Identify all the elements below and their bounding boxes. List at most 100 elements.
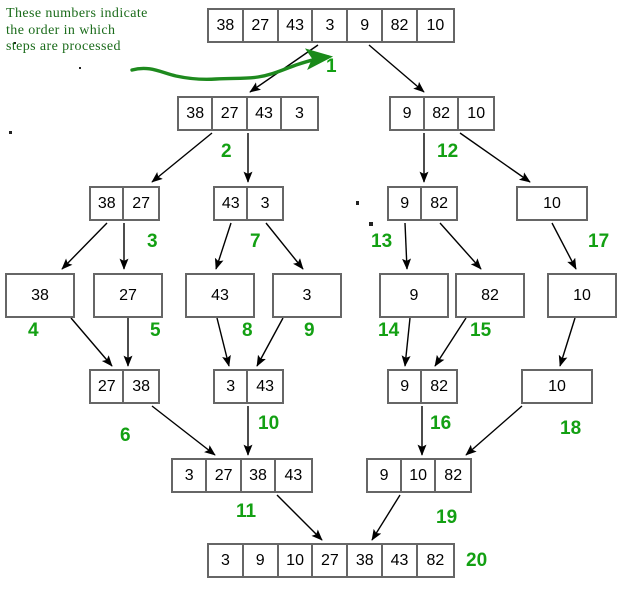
array-cell: 3 [215, 371, 249, 402]
step-order-label: 4 [28, 320, 39, 341]
array-node: 43 [185, 273, 255, 318]
tree-edge [61, 222, 108, 270]
array-cell: 82 [383, 10, 418, 41]
array-cell: 43 [284, 466, 303, 484]
tree-edge [249, 44, 319, 93]
step-order-label: 14 [378, 320, 400, 341]
array-cell: 38 [91, 188, 125, 219]
array-cell: 9 [389, 188, 423, 219]
mergesort-diagram: These numbers indicate the order in whic… [0, 0, 618, 595]
array-cell: 3 [260, 194, 270, 212]
array-node: 3 9 10 27 38 43 82 [207, 543, 455, 578]
array-cell: 38 [31, 286, 49, 304]
array-cell: 27 [244, 10, 279, 41]
step-order-label: 18 [560, 418, 582, 439]
tree-edge [551, 222, 577, 270]
array-cell: 3 [294, 104, 304, 122]
tree-edge [368, 44, 425, 93]
array-cell: 82 [444, 466, 463, 484]
step-order-label: 2 [221, 141, 232, 162]
array-cell: 10 [573, 286, 591, 304]
array-cell: 9 [391, 98, 426, 129]
tree-edge [151, 405, 216, 456]
array-node: 10 [521, 369, 593, 404]
tree-edge [439, 222, 482, 270]
tree-edge [265, 222, 304, 270]
array-node: 43 3 [213, 186, 284, 221]
array-node: 3 27 38 43 [171, 458, 313, 493]
array-node: 38 27 [89, 186, 160, 221]
tree-edge [371, 494, 401, 541]
array-cell: 3 [313, 10, 349, 41]
step-order-label: 15 [470, 320, 492, 341]
step-order-label: 11 [236, 501, 257, 522]
array-cell: 43 [279, 10, 314, 41]
array-cell: 9 [368, 460, 403, 491]
step-order-label: 9 [304, 320, 315, 341]
array-cell: 3 [209, 545, 244, 576]
step-order-label: 1 [326, 56, 337, 77]
tree-edge [216, 317, 231, 367]
array-cell: 9 [244, 545, 279, 576]
tree-edge [459, 132, 531, 183]
array-node: 3 [272, 273, 342, 318]
array-cell: 27 [132, 194, 151, 212]
step-order-label: 13 [371, 231, 393, 252]
array-node: 27 [93, 273, 163, 318]
array-cell: 10 [279, 545, 314, 576]
array-cell: 38 [179, 98, 214, 129]
array-cell: 27 [91, 371, 125, 402]
tree-edge [401, 317, 411, 367]
annotation-squiggle [130, 48, 334, 82]
array-cell: 43 [383, 545, 418, 576]
tree-edge [558, 317, 576, 367]
array-cell: 82 [481, 286, 499, 304]
array-node: 9 82 [387, 186, 458, 221]
tree-edge [214, 222, 232, 270]
array-cell: 9 [389, 371, 423, 402]
array-node: 9 [379, 273, 449, 318]
step-order-label: 3 [147, 231, 158, 252]
array-cell: 82 [430, 377, 449, 395]
tree-edge [465, 405, 523, 456]
array-cell: 43 [215, 188, 249, 219]
annotation-text: These numbers indicate the order in whic… [6, 6, 148, 55]
speck-e [79, 67, 81, 69]
array-node: 10 [547, 273, 617, 318]
step-order-label: 5 [150, 320, 161, 341]
array-cell: 38 [209, 10, 244, 41]
step-order-label: 20 [466, 550, 488, 571]
step-order-label: 12 [437, 141, 459, 162]
step-order-label: 17 [588, 231, 610, 252]
array-cell: 38 [242, 460, 277, 491]
speck-c [356, 201, 359, 205]
tree-edge [402, 222, 412, 270]
array-cell: 43 [256, 377, 275, 395]
step-order-label: 8 [242, 320, 253, 341]
tree-edge [70, 317, 113, 367]
array-node: 38 27 43 3 9 82 10 [207, 8, 455, 43]
array-node: 38 27 43 3 [177, 96, 319, 131]
speck-b [9, 131, 12, 134]
array-node: 10 [516, 186, 588, 221]
tree-edge [256, 317, 284, 367]
array-cell: 38 [132, 377, 151, 395]
step-order-label: 10 [258, 413, 280, 434]
step-order-label: 7 [250, 231, 261, 252]
tree-edge [434, 317, 467, 367]
array-cell: 82 [425, 98, 460, 129]
step-order-label: 19 [436, 507, 458, 528]
array-cell: 27 [313, 545, 349, 576]
array-cell: 27 [119, 286, 137, 304]
array-cell: 10 [402, 460, 437, 491]
array-cell: 38 [348, 545, 384, 576]
array-cell: 27 [207, 460, 242, 491]
step-order-label: 6 [120, 425, 131, 446]
array-cell: 27 [213, 98, 248, 129]
array-cell: 3 [302, 286, 312, 304]
array-node: 9 82 10 [389, 96, 496, 131]
tree-edge [151, 132, 213, 183]
tree-edge [276, 494, 323, 541]
speck-d [369, 222, 373, 226]
step-order-label: 16 [430, 413, 452, 434]
